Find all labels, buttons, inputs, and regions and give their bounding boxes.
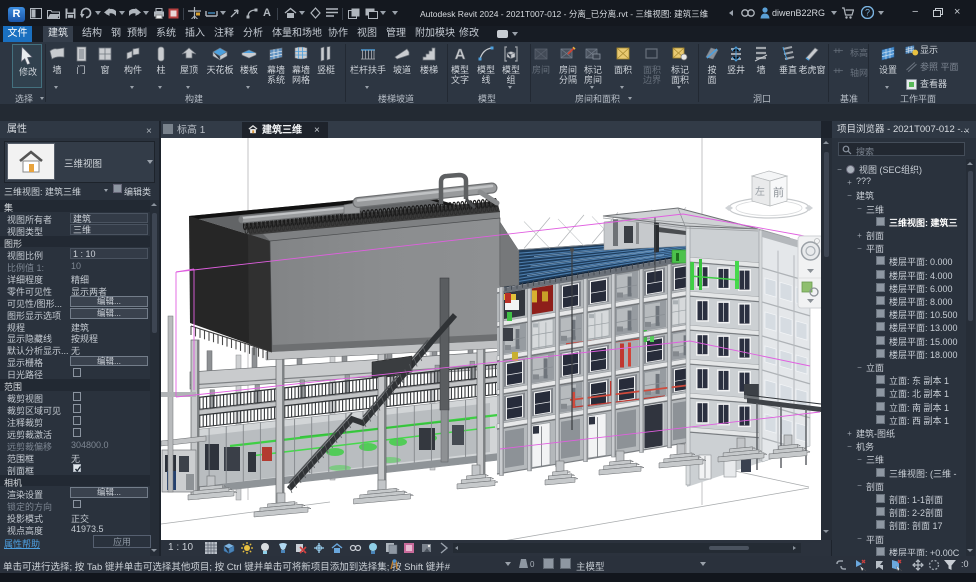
svg-text:?: ?: [865, 8, 870, 18]
svg-text:左: 左: [755, 185, 765, 198]
svg-text:A: A: [455, 46, 466, 63]
svg-text:前: 前: [773, 185, 784, 199]
